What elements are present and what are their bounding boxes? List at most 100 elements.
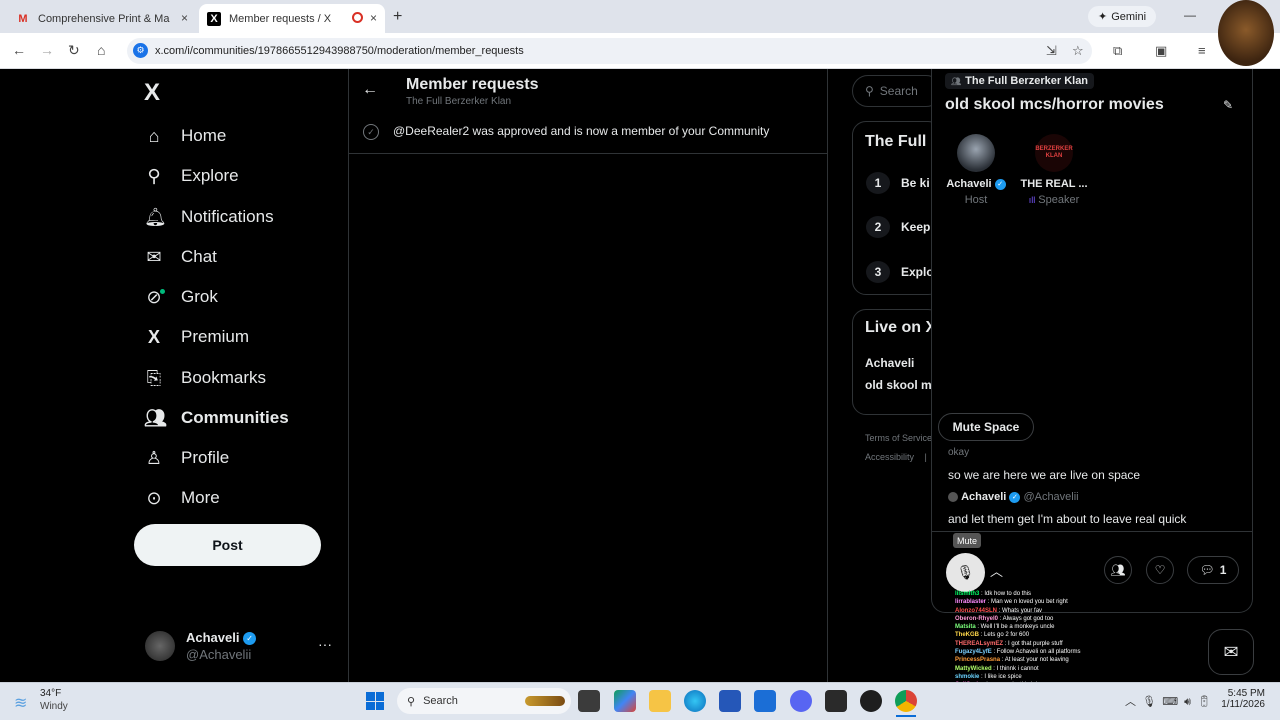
weather-temp[interactable]: 34°F — [40, 688, 61, 699]
avatar — [948, 492, 958, 503]
system-tray[interactable]: ︿ 🎙︎ ⌨ 🔊︎ 🔋︎ — [1125, 693, 1211, 709]
discord-icon[interactable] — [790, 690, 812, 712]
search-input[interactable]: ⚲ Search — [852, 75, 942, 107]
nav-explore[interactable]: ⚲ Explore — [144, 161, 238, 191]
browser-toolbar: ← → ↻ ⌂ x.com/i/communities/197866551294… — [0, 33, 1280, 69]
people-button[interactable]: 👥︎ — [1104, 556, 1132, 584]
chat-message: and let them get I'm about to leave real… — [948, 512, 1187, 526]
post-button[interactable]: Post — [134, 524, 321, 566]
forward-icon[interactable]: → — [40, 42, 54, 58]
nav-chat[interactable]: ✉ Chat — [144, 242, 217, 272]
x-app: X ⌂ Home ⚲ Explore 🔔︎ Notifications ✉ Ch… — [0, 69, 1280, 705]
nav-communities[interactable]: 👥︎ Communities — [144, 403, 289, 433]
nav-label: Grok — [181, 287, 218, 306]
reply-button[interactable]: 💬︎ 1 — [1187, 556, 1239, 584]
chat-message-faded: okay — [948, 447, 970, 458]
account-more-icon[interactable]: ··· — [318, 636, 332, 652]
mic-button[interactable]: 🎙︎ — [946, 553, 985, 592]
nav-grok[interactable]: ⊘ Grok — [144, 282, 218, 312]
edge-icon[interactable] — [684, 690, 706, 712]
clock-date: 1/11/2026 — [1221, 699, 1265, 710]
search-icon: ⚲ — [147, 165, 161, 186]
footer-separator: | — [924, 452, 927, 462]
capcut-icon[interactable] — [825, 690, 847, 712]
check-circle-icon: ✓ — [363, 124, 379, 140]
nav-more[interactable]: ⊙ More — [144, 483, 219, 513]
close-tab-icon[interactable]: × — [181, 11, 188, 25]
chrome-icon[interactable] — [895, 690, 917, 712]
speaker-the-real[interactable]: BERZERKER KLAN THE REAL ... ıll Speaker — [1014, 134, 1094, 206]
taskbar-search[interactable]: ⚲ Search — [397, 688, 571, 714]
new-tab-button[interactable]: + — [393, 8, 402, 26]
back-arrow-icon[interactable]: ← — [362, 81, 378, 99]
x-icon: X — [147, 326, 160, 347]
nav-home[interactable]: ⌂ Home — [144, 121, 227, 151]
overlay-chat-line: PrincessPrasna : At least your not leavi… — [955, 656, 1095, 664]
comment-icon: 💬︎ — [1199, 563, 1215, 577]
extensions-icon[interactable]: ⧉ — [1113, 43, 1122, 59]
nav-premium[interactable]: X Premium — [144, 322, 249, 352]
mute-tooltip: Mute — [953, 533, 982, 548]
close-tab-icon[interactable]: × — [370, 11, 377, 25]
windows-taskbar — [0, 682, 1280, 720]
people-icon: 👥︎ — [1110, 563, 1126, 577]
overlay-chat-text: : At least your not leaving — [1000, 657, 1069, 664]
overlay-chat-line: lirrablaster : Man we n loved you bet ri… — [955, 598, 1095, 606]
outlook-icon[interactable] — [754, 690, 776, 712]
chevron-up-icon[interactable]: ︿ — [990, 561, 1003, 580]
back-icon[interactable]: ← — [12, 42, 26, 58]
recording-icon — [352, 12, 363, 23]
gemini-button[interactable]: ✦ Gemini — [1088, 6, 1156, 27]
weather-icon: ≋ — [14, 695, 28, 712]
space-community-tag[interactable]: 👥︎ The Full Berzerker Klan — [945, 73, 1095, 89]
avatar — [957, 134, 995, 172]
account-name-row: Achaveli ✓ — [186, 630, 257, 646]
edit-icon[interactable]: ✎ — [1223, 98, 1233, 112]
overlay-chat-text: : I got that purple stuff — [1003, 640, 1063, 647]
grok-icon: ⊘ — [144, 287, 165, 308]
profile-avatar[interactable] — [1218, 0, 1274, 66]
install-app-icon[interactable]: ⇲ — [1046, 43, 1057, 59]
avatar-logo-text: BERZERKER KLAN — [1035, 146, 1073, 159]
nav-label: Chat — [181, 247, 217, 266]
task-view-icon[interactable] — [578, 690, 600, 712]
overlay-chat-user: Oberon-Rhyel0 — [955, 615, 999, 622]
store-icon[interactable] — [719, 690, 741, 712]
home-icon[interactable]: ⌂ — [97, 42, 105, 58]
microphone-icon: 🎙︎ — [956, 564, 975, 580]
reload-icon[interactable]: ↻ — [68, 42, 80, 59]
nav-bookmarks[interactable]: ⎘ Bookmarks — [144, 363, 266, 393]
mail-icon: ✉ — [146, 246, 162, 267]
site-info-icon[interactable]: ⚙ — [133, 43, 148, 58]
copilot-icon[interactable] — [614, 690, 636, 712]
nav-profile[interactable]: ♙ Profile — [144, 443, 229, 473]
messages-drawer-button[interactable]: ✉ — [1208, 629, 1254, 675]
rule-text: Be ki — [901, 176, 930, 190]
clock[interactable]: 5:45 PM 1/11/2026 — [1213, 688, 1265, 710]
active-app-indicator — [896, 715, 916, 717]
overlay-chat-user: Fugazy4LyfE — [955, 649, 992, 656]
tab-member-requests[interactable]: X Member requests / X × — [199, 4, 385, 33]
x-logo-icon[interactable]: X — [144, 79, 160, 107]
accessibility-link[interactable]: Accessibility — [865, 452, 914, 462]
bookmark-star-icon[interactable]: ☆ — [1072, 43, 1084, 59]
file-explorer-icon[interactable] — [649, 690, 671, 712]
side-panel-icon[interactable]: ▣ — [1155, 43, 1167, 59]
mute-space-button[interactable]: Mute Space — [938, 413, 1034, 441]
overlay-chat-text: : Always got god too — [998, 615, 1054, 622]
tab-comprehensive-print[interactable]: M Comprehensive Print & Market × — [8, 4, 196, 33]
community-rule[interactable]: 1 Be ki — [866, 172, 933, 194]
minimize-window-icon[interactable]: — — [1184, 8, 1196, 22]
speaker-host[interactable]: Achaveli ✓ Host — [936, 134, 1016, 206]
obs-icon[interactable] — [860, 690, 882, 712]
terms-link[interactable]: Terms of Service — [865, 433, 935, 443]
reading-list-icon[interactable]: ≡ — [1198, 43, 1206, 58]
rule-number: 2 — [866, 216, 890, 238]
nav-label: Profile — [181, 448, 230, 467]
start-button[interactable] — [366, 692, 384, 710]
react-button[interactable]: ♡ — [1146, 556, 1174, 584]
community-rule[interactable]: 2 Keep — [866, 216, 933, 238]
community-rule[interactable]: 3 Explo — [866, 261, 933, 283]
nav-notifications[interactable]: 🔔︎ Notifications — [144, 202, 274, 232]
address-bar[interactable]: x.com/i/communities/1978665512943988750/… — [127, 38, 1092, 64]
